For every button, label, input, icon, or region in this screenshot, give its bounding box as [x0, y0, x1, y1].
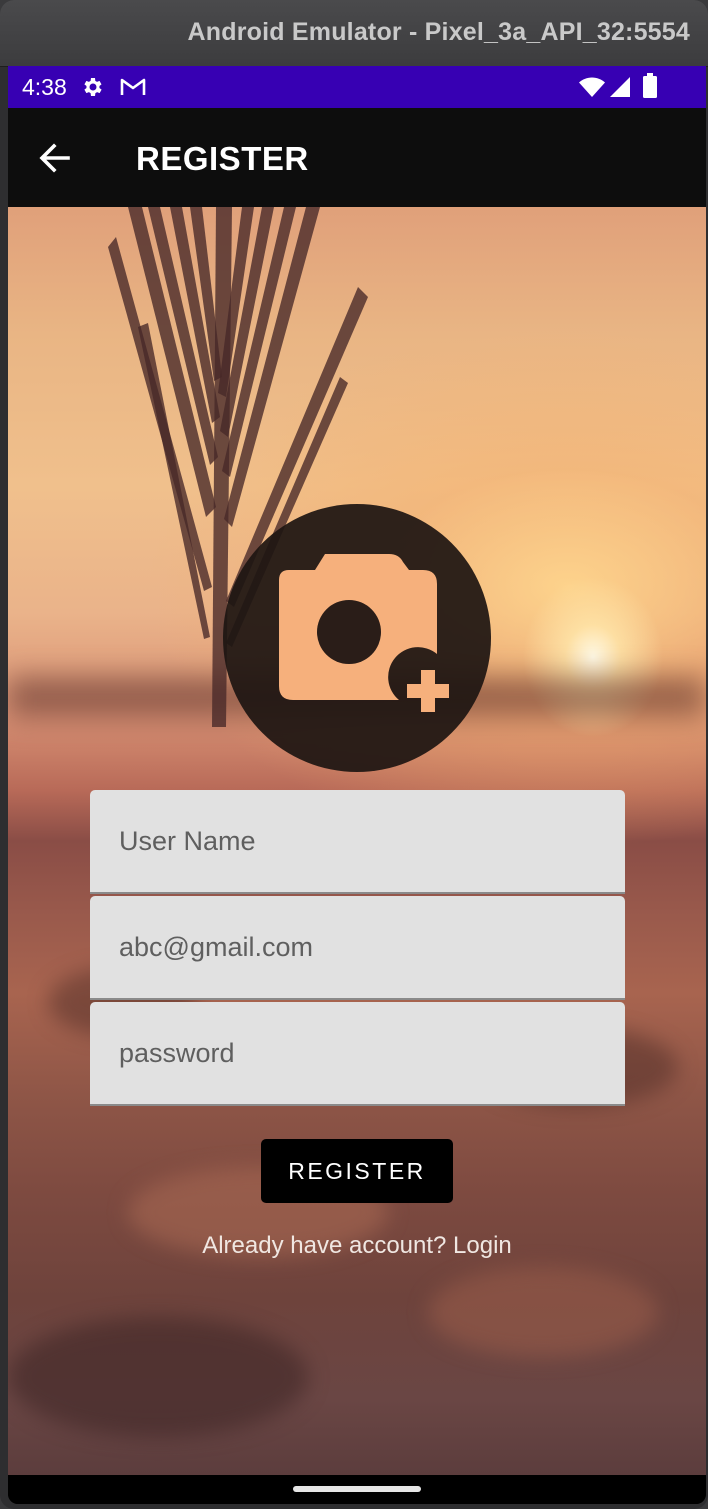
login-link[interactable]: Already have account? Login — [8, 1232, 706, 1260]
arrow-back-icon[interactable] — [38, 142, 72, 179]
email-field — [90, 896, 625, 1000]
register-form — [90, 790, 625, 1108]
profile-image-picker[interactable] — [223, 504, 491, 772]
add-a-photo-icon — [279, 554, 449, 712]
emulator-title-bar[interactable]: Android Emulator - Pixel_3a_API_32:5554 — [0, 0, 708, 67]
wifi-icon — [578, 75, 606, 104]
signal-icon — [608, 75, 632, 104]
username-field — [90, 790, 625, 894]
device-screen: 4:38 REGISTER User Name abc@gmail.com RE… — [8, 66, 706, 1504]
gmail-icon — [119, 75, 147, 104]
emulator-title: Android Emulator - Pixel_3a_API_32:5554 — [187, 18, 690, 46]
bokeh-blob — [8, 1317, 308, 1437]
app-bar: REGISTER — [8, 108, 706, 207]
register-screen: REGISTER Already have account? Login — [8, 207, 706, 1475]
password-field — [90, 1002, 625, 1106]
emulator-window: Android Emulator - Pixel_3a_API_32:5554 … — [0, 0, 708, 1509]
battery-icon — [642, 73, 658, 104]
gear-icon — [81, 75, 105, 104]
email-input[interactable] — [119, 896, 599, 998]
password-input[interactable] — [119, 1002, 599, 1104]
navigation-bar — [8, 1475, 706, 1504]
page-title: REGISTER — [136, 140, 309, 177]
username-input[interactable] — [119, 790, 599, 892]
status-bar: 4:38 — [8, 66, 706, 108]
register-button[interactable]: REGISTER — [261, 1139, 453, 1203]
status-time: 4:38 — [22, 74, 67, 100]
home-gesture-handle[interactable] — [293, 1486, 421, 1492]
bokeh-blob — [428, 1267, 658, 1357]
